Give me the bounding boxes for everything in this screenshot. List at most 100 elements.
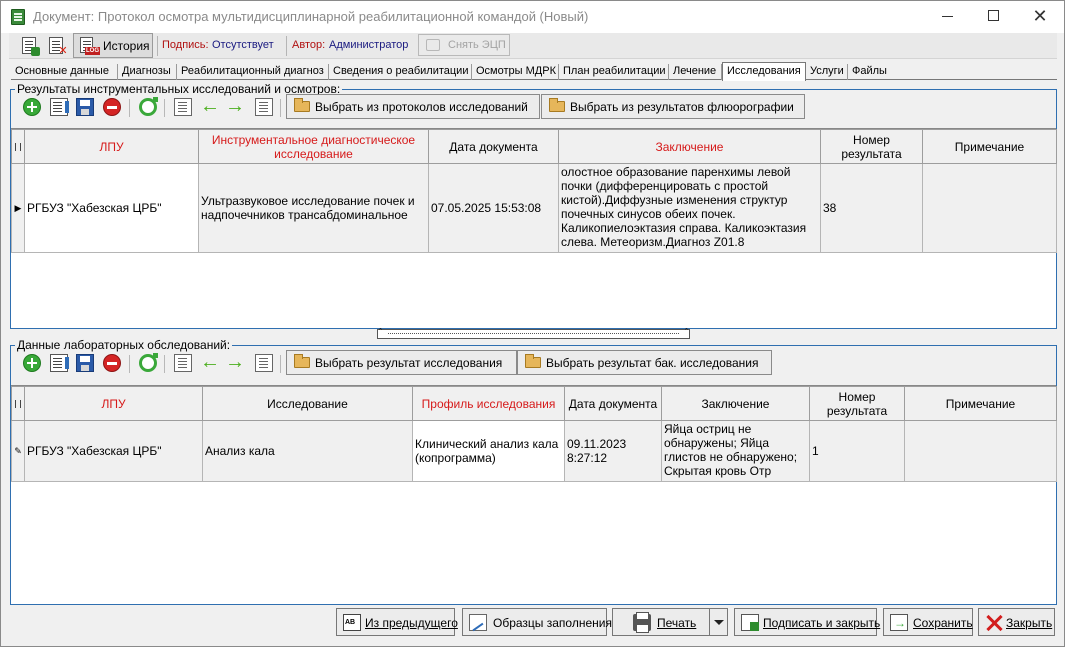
add-icon[interactable] [23, 354, 41, 372]
sign-and-close-button[interactable]: Подписать и закрыть [734, 608, 881, 636]
delete-icon[interactable] [103, 98, 121, 116]
instrumental-table: ЛПУ Инструментальное диагностическое исс… [11, 129, 1057, 253]
cell-study[interactable]: Ультразвуковое исследование почек и надп… [198, 163, 429, 253]
arrow-left-icon[interactable]: ← [200, 352, 220, 372]
cell-date[interactable]: 07.05.2025 15:53:08 [428, 163, 559, 253]
layout-icon[interactable] [255, 354, 273, 372]
column-header-date[interactable]: Дата документа [564, 386, 662, 421]
close-label: Закрыть [1006, 616, 1053, 630]
tab-main-data[interactable]: Основные данные [11, 64, 118, 80]
table-row[interactable]: ▶ РГБУЗ "Хабезская ЦРБ" Ультразвуковое и… [11, 163, 1057, 253]
tab-studies[interactable]: Исследования [722, 62, 806, 81]
select-research-result-button[interactable]: Выбрать результат исследования [286, 350, 517, 375]
tab-rehab-info[interactable]: Сведения о реабилитации [329, 64, 472, 80]
select-from-protocols-button[interactable]: Выбрать из протоколов исследований [286, 94, 540, 119]
chevron-down-icon [714, 620, 724, 625]
cell-lpu[interactable]: РГБУЗ "Хабезская ЦРБ" [24, 163, 199, 253]
select-bak-result-label: Выбрать результат бак. исследования [546, 356, 759, 370]
layout-icon[interactable] [255, 98, 273, 116]
tab-services[interactable]: Услуги [806, 64, 848, 80]
cell-result-number[interactable]: 1 [809, 420, 905, 482]
folder-icon [549, 98, 565, 112]
cell-lpu[interactable]: РГБУЗ "Хабезская ЦРБ" [24, 420, 203, 482]
cell-profile[interactable]: Клинический анализ кала (копрограмма) [412, 420, 565, 482]
grid-menu-icon [15, 399, 21, 408]
fill-samples-button[interactable]: Образцы заполнения [462, 608, 612, 636]
save-button[interactable]: Сохранить [883, 608, 973, 636]
cell-note[interactable] [904, 420, 1057, 482]
column-header-date[interactable]: Дата документа [428, 129, 559, 164]
select-from-fluoro-button[interactable]: Выбрать из результатов флюорографии [541, 94, 805, 119]
select-columns-icon[interactable] [174, 354, 192, 372]
cell-conclusion[interactable]: Яйца остриц не обнаружены; Яйца глистов … [661, 420, 810, 482]
edit-icon[interactable] [50, 354, 69, 372]
column-header-study[interactable]: Инструментальное диагностическое исследо… [198, 129, 429, 164]
close-window-button[interactable]: ✕ [1017, 1, 1063, 33]
column-header-lpu[interactable]: ЛПУ [24, 129, 199, 164]
tab-diagnoses[interactable]: Диагнозы [118, 64, 177, 80]
laboratory-grid[interactable]: ЛПУ Исследование Профиль исследования Да… [11, 385, 1057, 604]
cell-note[interactable] [922, 163, 1057, 253]
column-header-conclusion[interactable]: Заключение [558, 129, 821, 164]
cell-conclusion[interactable]: олостное образование паренхимы левой поч… [558, 163, 821, 253]
column-header-lpu[interactable]: ЛПУ [24, 386, 203, 421]
grid-menu-icon [15, 142, 21, 151]
save-icon[interactable] [76, 354, 94, 372]
delete-icon[interactable] [103, 354, 121, 372]
maximize-button[interactable] [970, 1, 1016, 33]
print-button[interactable]: Печать [612, 608, 710, 636]
history-label: История [103, 39, 150, 53]
sign-document-button[interactable] [19, 36, 41, 56]
tab-rehab-plan[interactable]: План реабилитации [559, 64, 669, 80]
laboratory-table: ЛПУ Исследование Профиль исследования Да… [11, 386, 1057, 482]
toolbar-separator [129, 99, 130, 117]
column-header-conclusion[interactable]: Заключение [661, 386, 810, 421]
chevron-up-icon: ˆ [379, 327, 382, 337]
arrow-left-icon[interactable]: ← [200, 96, 220, 116]
tab-rehab-diagnosis[interactable]: Реабилитационный диагноз [177, 64, 329, 80]
panel-splitter[interactable]: ˆ ˆ [377, 327, 690, 339]
select-bak-result-button[interactable]: Выбрать результат бак. исследования [517, 350, 772, 375]
top-toolbar: ✕ LOG История Подпись: Отсутствует Автор… [9, 33, 1057, 59]
history-button[interactable]: LOG История [73, 33, 153, 58]
arrow-right-icon[interactable]: → [225, 96, 245, 116]
print-dropdown-button[interactable] [709, 608, 728, 636]
column-header-study[interactable]: Исследование [202, 386, 413, 421]
cell-result-number[interactable]: 38 [820, 163, 923, 253]
column-header-note[interactable]: Примечание [904, 386, 1057, 421]
window-title: Документ: Протокол осмотра мультидисципл… [33, 9, 589, 24]
refresh-icon[interactable] [139, 97, 158, 116]
column-header-result-number[interactable]: Номер результата [820, 129, 923, 164]
refresh-icon[interactable] [139, 353, 158, 372]
column-header-note[interactable]: Примечание [922, 129, 1057, 164]
maximize-icon [987, 9, 999, 21]
edit-icon[interactable] [50, 98, 69, 116]
cell-date[interactable]: 09.11.2023 8:27:12 [564, 420, 662, 482]
from-previous-button[interactable]: Из предыдущего [336, 608, 458, 636]
table-row[interactable]: ✎ РГБУЗ "Хабезская ЦРБ" Анализ кала Клин… [11, 420, 1057, 482]
column-header-result-number[interactable]: Номер результата [809, 386, 905, 421]
minimize-icon [941, 16, 953, 18]
remove-ecp-button[interactable]: Снять ЭЦП [418, 34, 510, 56]
cell-study[interactable]: Анализ кала [202, 420, 413, 482]
select-columns-icon[interactable] [174, 98, 192, 116]
tab-mdrk-exams[interactable]: Осмотры МДРК [472, 64, 559, 80]
signature-label: Подпись: [162, 39, 209, 51]
minimize-button[interactable] [924, 1, 970, 33]
row-indicator-header [11, 386, 25, 421]
sign-and-close-label: Подписать и закрыть [763, 616, 881, 630]
copy-previous-icon [343, 614, 361, 631]
tab-treatment[interactable]: Лечение [669, 64, 722, 80]
instrumental-grid[interactable]: ЛПУ Инструментальное диагностическое исс… [11, 128, 1057, 328]
arrow-right-icon[interactable]: → [225, 352, 245, 372]
conclusion-text: олостное образование паренхимы левой поч… [561, 165, 807, 249]
fill-samples-label: Образцы заполнения [493, 616, 612, 630]
save-icon[interactable] [76, 98, 94, 116]
add-icon[interactable] [23, 98, 41, 116]
tab-files[interactable]: Файлы [848, 64, 890, 80]
title-bar: Документ: Протокол осмотра мультидисципл… [1, 1, 1064, 33]
edit-row-pencil-icon: ✎ [11, 420, 25, 482]
column-header-profile[interactable]: Профиль исследования [412, 386, 565, 421]
unsign-document-button[interactable]: ✕ [46, 36, 68, 57]
close-button[interactable]: Закрыть [978, 608, 1055, 636]
